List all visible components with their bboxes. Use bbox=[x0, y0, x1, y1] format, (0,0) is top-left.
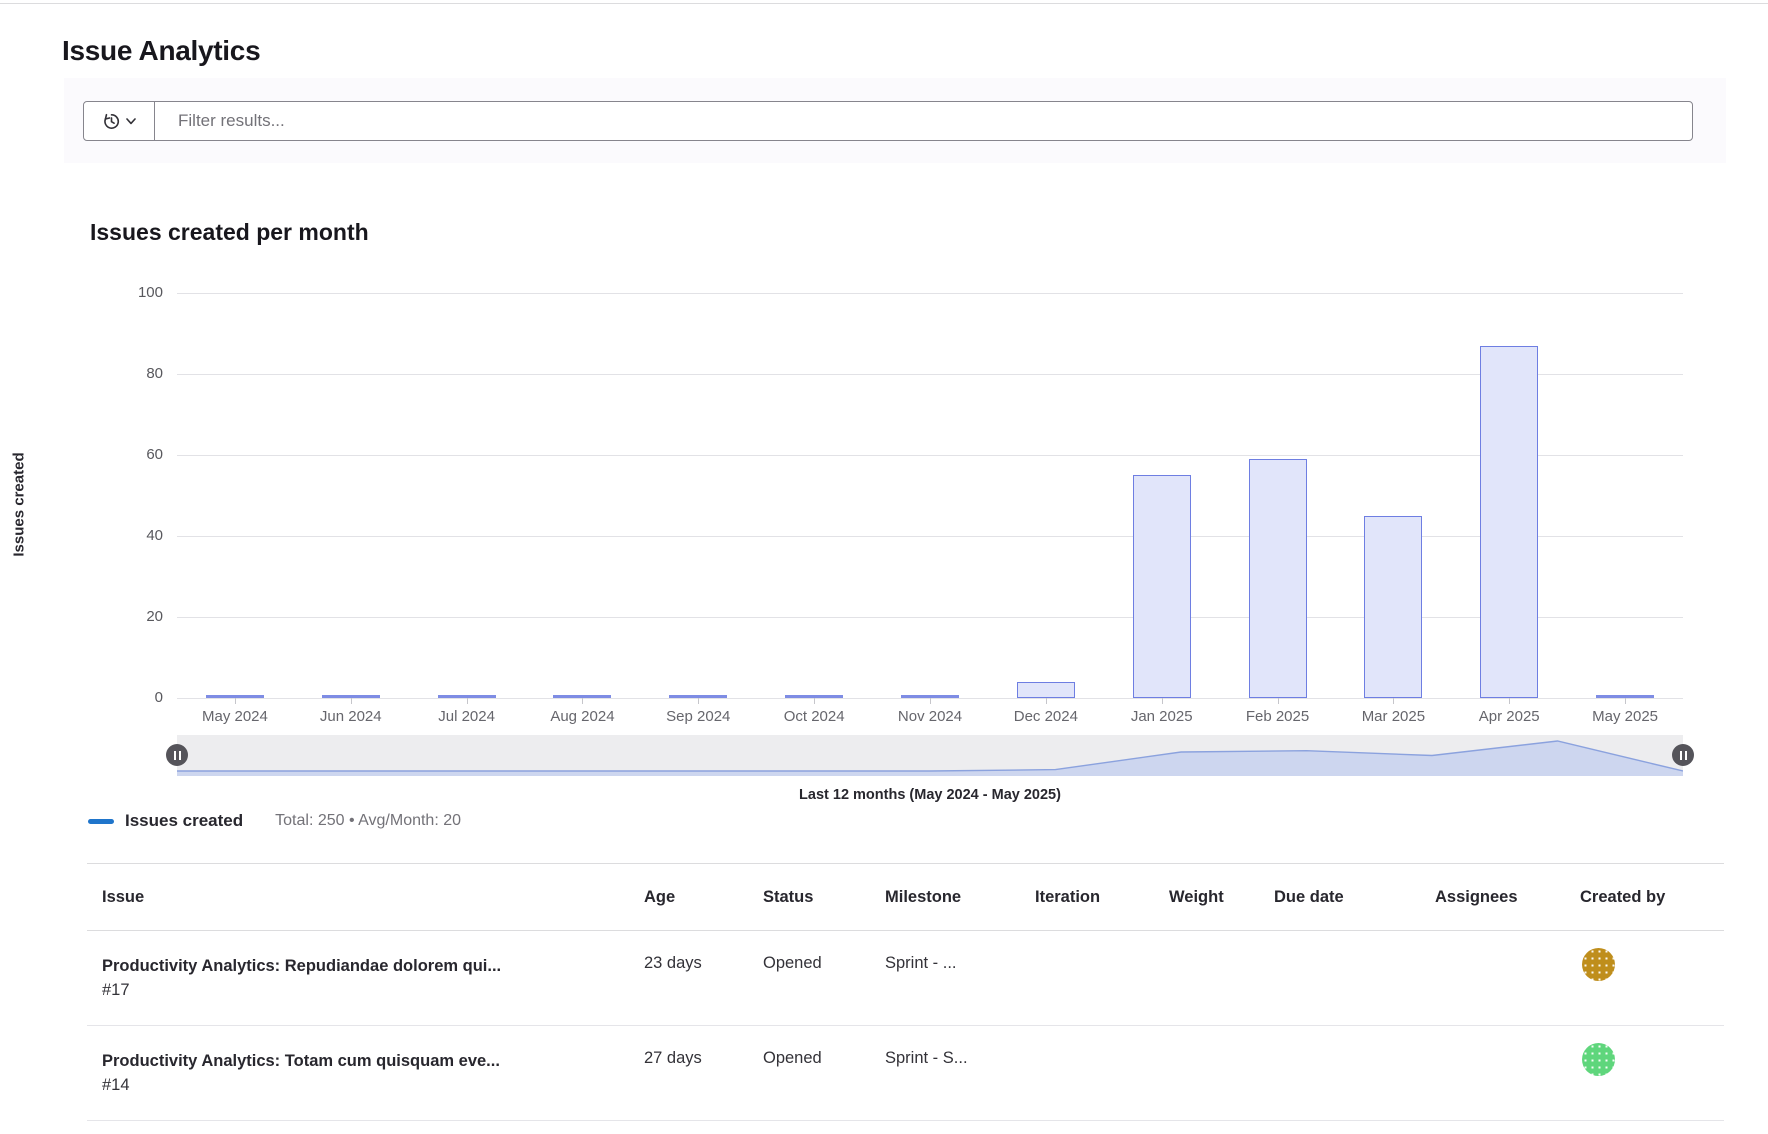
chart-legend: Issues created Total: 250 • Avg/Month: 2… bbox=[88, 811, 461, 831]
zoom-slider-right-handle[interactable] bbox=[1672, 744, 1694, 766]
page-top-divider bbox=[0, 3, 1768, 4]
bar-mar-2025[interactable] bbox=[1364, 516, 1422, 698]
issue-title-link[interactable]: Productivity Analytics: Totam cum quisqu… bbox=[102, 1049, 644, 1073]
y-tick-label: 40 bbox=[99, 527, 163, 544]
issues-table: IssueAgeStatusMilestoneIterationWeightDu… bbox=[87, 863, 1724, 1121]
history-icon bbox=[102, 112, 121, 131]
gridline bbox=[177, 617, 1683, 618]
created-by-cell bbox=[1580, 931, 1724, 1025]
x-axis-label-aug-2024: Aug 2024 bbox=[524, 708, 640, 725]
issues-per-month-chart: Issues created 020406080100May 2024Jun 2… bbox=[177, 293, 1683, 698]
x-axis-tick bbox=[698, 698, 699, 704]
issue-title-link[interactable]: Productivity Analytics: Repudiandae dolo… bbox=[102, 954, 644, 978]
status-cell: Opened bbox=[763, 931, 885, 1025]
bar-dec-2024[interactable] bbox=[1017, 682, 1075, 698]
x-axis-label-sep-2024: Sep 2024 bbox=[640, 708, 756, 725]
legend-stats: Total: 250 • Avg/Month: 20 bbox=[275, 812, 461, 830]
iteration-cell bbox=[1035, 1026, 1169, 1120]
table-row: Productivity Analytics: Totam cum quisqu… bbox=[87, 1026, 1724, 1121]
column-header-weight: Weight bbox=[1169, 864, 1274, 930]
x-axis-label-mar-2025: Mar 2025 bbox=[1335, 708, 1451, 725]
x-axis-tick bbox=[930, 698, 931, 704]
filter-panel bbox=[64, 78, 1726, 163]
bar-feb-2025[interactable] bbox=[1249, 459, 1307, 698]
x-axis-label-feb-2025: Feb 2025 bbox=[1220, 708, 1336, 725]
filter-bar bbox=[83, 101, 1693, 141]
x-axis-tick bbox=[1625, 698, 1626, 704]
age-cell: 23 days bbox=[644, 931, 763, 1025]
x-axis-tick bbox=[351, 698, 352, 704]
column-header-milestone: Milestone bbox=[885, 864, 1035, 930]
age-cell: 27 days bbox=[644, 1026, 763, 1120]
x-axis-tick bbox=[235, 698, 236, 704]
issue-cell: Productivity Analytics: Repudiandae dolo… bbox=[87, 931, 644, 1025]
chevron-down-icon bbox=[126, 118, 136, 125]
x-axis-label-oct-2024: Oct 2024 bbox=[756, 708, 872, 725]
x-axis-label-jul-2024: Jul 2024 bbox=[409, 708, 525, 725]
legend-swatch bbox=[88, 819, 114, 824]
x-axis-tick bbox=[1509, 698, 1510, 704]
y-tick-label: 100 bbox=[99, 284, 163, 301]
x-axis-label-jan-2025: Jan 2025 bbox=[1104, 708, 1220, 725]
x-axis-tick bbox=[1278, 698, 1279, 704]
gridline bbox=[177, 293, 1683, 294]
chart-title: Issues created per month bbox=[90, 219, 369, 246]
column-header-created-by: Created by bbox=[1580, 864, 1724, 930]
column-header-status: Status bbox=[763, 864, 885, 930]
filter-results-input[interactable] bbox=[155, 102, 1692, 140]
due-date-cell bbox=[1274, 931, 1435, 1025]
issue-cell: Productivity Analytics: Totam cum quisqu… bbox=[87, 1026, 644, 1120]
bar-jan-2025[interactable] bbox=[1133, 475, 1191, 698]
x-axis-label-nov-2024: Nov 2024 bbox=[872, 708, 988, 725]
y-tick-label: 0 bbox=[99, 689, 163, 706]
zoom-slider-preview bbox=[177, 735, 1683, 776]
page-title: Issue Analytics bbox=[62, 35, 260, 67]
bar-apr-2025[interactable] bbox=[1480, 346, 1538, 698]
x-axis-label-may-2025: May 2025 bbox=[1567, 708, 1683, 725]
column-header-assignees: Assignees bbox=[1435, 864, 1580, 930]
column-header-iteration: Iteration bbox=[1035, 864, 1169, 930]
chart-zoom-slider[interactable] bbox=[177, 735, 1683, 776]
weight-cell bbox=[1169, 1026, 1274, 1120]
gridline bbox=[177, 536, 1683, 537]
y-tick-label: 60 bbox=[99, 446, 163, 463]
x-axis-tick bbox=[1046, 698, 1047, 704]
x-axis-tick bbox=[467, 698, 468, 704]
column-header-issue: Issue bbox=[87, 864, 644, 930]
x-axis-label-may-2024: May 2024 bbox=[177, 708, 293, 725]
y-tick-label: 80 bbox=[99, 365, 163, 382]
gridline bbox=[177, 455, 1683, 456]
y-tick-label: 20 bbox=[99, 608, 163, 625]
weight-cell bbox=[1169, 931, 1274, 1025]
x-axis-tick bbox=[582, 698, 583, 704]
x-axis-label-jun-2024: Jun 2024 bbox=[293, 708, 409, 725]
x-axis-label-dec-2024: Dec 2024 bbox=[988, 708, 1104, 725]
x-axis-tick bbox=[1393, 698, 1394, 704]
milestone-cell: Sprint - ... bbox=[885, 931, 1035, 1025]
created-by-avatar-identicon-orange[interactable] bbox=[1582, 948, 1615, 981]
status-cell: Opened bbox=[763, 1026, 885, 1120]
filter-history-button[interactable] bbox=[84, 102, 155, 140]
gridline bbox=[177, 374, 1683, 375]
x-axis-tick bbox=[1162, 698, 1163, 704]
milestone-cell: Sprint - S... bbox=[885, 1026, 1035, 1120]
assignees-cell bbox=[1435, 1026, 1580, 1120]
chart-range-caption: Last 12 months (May 2024 - May 2025) bbox=[177, 787, 1683, 803]
issue-reference: #17 bbox=[102, 978, 644, 1002]
issue-reference: #14 bbox=[102, 1073, 644, 1097]
created-by-avatar-identicon-green[interactable] bbox=[1582, 1043, 1615, 1076]
zoom-slider-left-handle[interactable] bbox=[166, 744, 188, 766]
x-axis-tick bbox=[814, 698, 815, 704]
table-header-row: IssueAgeStatusMilestoneIterationWeightDu… bbox=[87, 863, 1724, 931]
iteration-cell bbox=[1035, 931, 1169, 1025]
legend-series-label: Issues created bbox=[125, 811, 243, 831]
table-row: Productivity Analytics: Repudiandae dolo… bbox=[87, 931, 1724, 1026]
created-by-cell bbox=[1580, 1026, 1724, 1120]
y-axis-label: Issues created bbox=[10, 424, 27, 584]
x-axis-label-apr-2025: Apr 2025 bbox=[1451, 708, 1567, 725]
assignees-cell bbox=[1435, 931, 1580, 1025]
column-header-due-date: Due date bbox=[1274, 864, 1435, 930]
due-date-cell bbox=[1274, 1026, 1435, 1120]
column-header-age: Age bbox=[644, 864, 763, 930]
